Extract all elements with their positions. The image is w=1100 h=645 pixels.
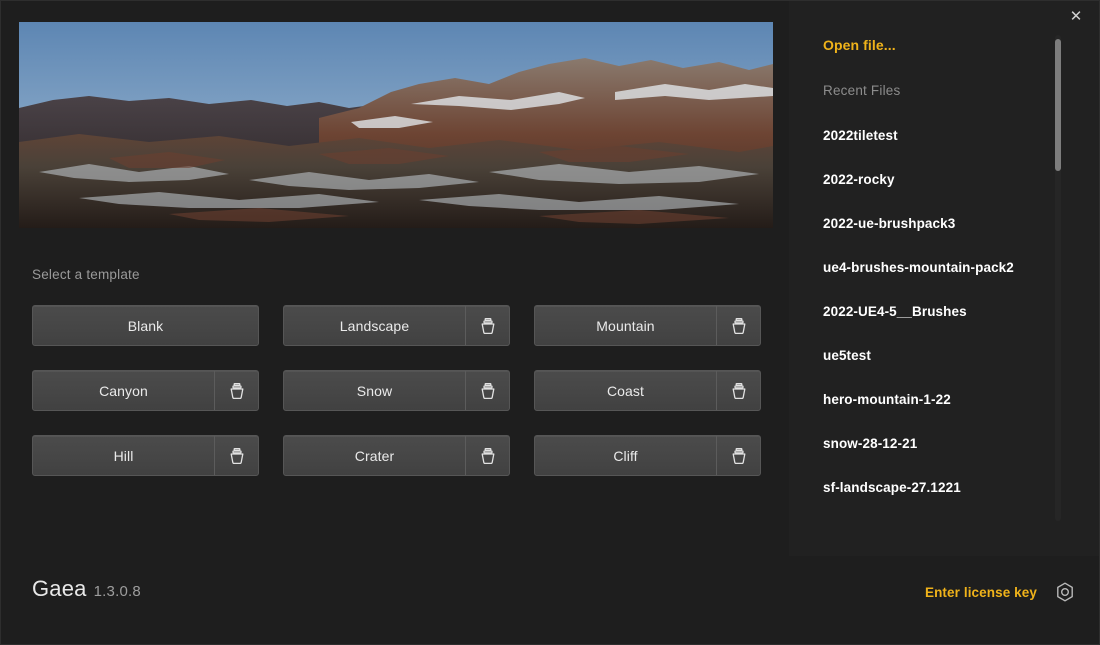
template-button-hill[interactable]: Hill (32, 435, 259, 476)
template-button-label: Canyon (99, 382, 148, 399)
terrain-primitive-glyph (732, 382, 745, 399)
footer-actions: Enter license key (925, 580, 1077, 604)
recent-file-item[interactable]: 2022-rocky (789, 172, 1099, 187)
terrain-render-graphic (19, 22, 773, 228)
template-button-coast[interactable]: Coast (534, 370, 761, 411)
brand-name: Gaea (32, 576, 87, 601)
template-button-cliff[interactable]: Cliff (534, 435, 761, 476)
terrain-primitive-icon[interactable] (214, 371, 258, 410)
recent-file-item[interactable]: 2022tiletest (789, 128, 1099, 143)
template-button-blank[interactable]: Blank (32, 305, 259, 346)
template-button-label: Hill (113, 447, 134, 464)
terrain-primitive-glyph (230, 447, 243, 464)
brand-version: 1.3.0.8 (93, 583, 141, 600)
close-icon[interactable]: ✕ (1053, 1, 1099, 31)
recent-files-list: 2022tiletest 2022-rocky 2022-ue-brushpack3… (789, 128, 1099, 495)
recent-file-item[interactable]: sf-landscape-27.1221 (789, 480, 1099, 495)
recent-file-item[interactable]: ue4-brushes-mountain-pack2 (789, 260, 1099, 275)
recent-file-item[interactable]: hero-mountain-1-22 (789, 392, 1099, 407)
terrain-primitive-glyph (732, 317, 745, 334)
terrain-primitive-glyph (230, 382, 243, 399)
close-glyph: ✕ (1069, 7, 1083, 25)
recent-files-heading: Recent Files (823, 83, 901, 98)
terrain-primitive-icon[interactable] (465, 306, 509, 345)
brand: Gaea 1.3.0.8 (32, 576, 141, 602)
template-button-label: Snow (356, 382, 393, 399)
terrain-primitive-glyph (732, 447, 745, 464)
enter-license-key-link[interactable]: Enter license key (925, 585, 1037, 600)
recent-files-scrollbar-thumb[interactable] (1055, 39, 1061, 171)
hero-preview-image (19, 22, 773, 228)
recent-file-item[interactable]: 2022-UE4-5__Brushes (789, 304, 1099, 319)
template-button-label: Coast (606, 382, 645, 399)
template-button-label: Landscape (339, 317, 410, 334)
recent-file-item[interactable]: snow-28-12-21 (789, 436, 1099, 451)
open-file-button[interactable]: Open file... (789, 37, 1099, 53)
recent-files-scrollbar[interactable] (1055, 35, 1061, 521)
recent-files-pane: Open file... Recent Files 2022tiletest 20… (789, 1, 1099, 558)
terrain-primitive-icon[interactable] (716, 371, 760, 410)
terrain-primitive-icon[interactable] (465, 436, 509, 475)
section-label-select-template: Select a template (32, 267, 140, 282)
terrain-primitive-glyph (481, 382, 494, 399)
template-button-label: Cliff (613, 447, 638, 464)
terrain-primitive-icon[interactable] (465, 371, 509, 410)
recent-file-item[interactable]: 2022-ue-brushpack3 (789, 216, 1099, 231)
terrain-primitive-glyph (481, 317, 494, 334)
template-button-crater[interactable]: Crater (283, 435, 510, 476)
template-grid: Blank Landscape Mountain Canyon Snow Coast Hil… (32, 305, 762, 476)
template-button-landscape[interactable]: Landscape (283, 305, 510, 346)
recent-files-scroll-area: Open file... Recent Files 2022tiletest 20… (789, 1, 1099, 558)
terrain-primitive-glyph (481, 447, 494, 464)
terrain-primitive-icon[interactable] (716, 306, 760, 345)
template-button-label: Blank (127, 317, 164, 334)
template-button-canyon[interactable]: Canyon (32, 370, 259, 411)
template-button-mountain[interactable]: Mountain (534, 305, 761, 346)
startup-window: ✕ Select a template Blank Landscape Moun… (0, 0, 1100, 645)
recent-file-item[interactable]: ue5test (789, 348, 1099, 363)
hex-settings-glyph (1057, 582, 1073, 602)
terrain-primitive-icon[interactable] (214, 436, 258, 475)
template-button-snow[interactable]: Snow (283, 370, 510, 411)
template-button-label: Mountain (596, 317, 655, 334)
left-pane: Select a template Blank Landscape Mountain… (1, 1, 791, 644)
hex-settings-icon[interactable] (1053, 580, 1077, 604)
footer-bar: Gaea 1.3.0.8 Enter license key (1, 556, 1099, 644)
template-button-label: Crater (354, 447, 395, 464)
terrain-primitive-icon[interactable] (716, 436, 760, 475)
